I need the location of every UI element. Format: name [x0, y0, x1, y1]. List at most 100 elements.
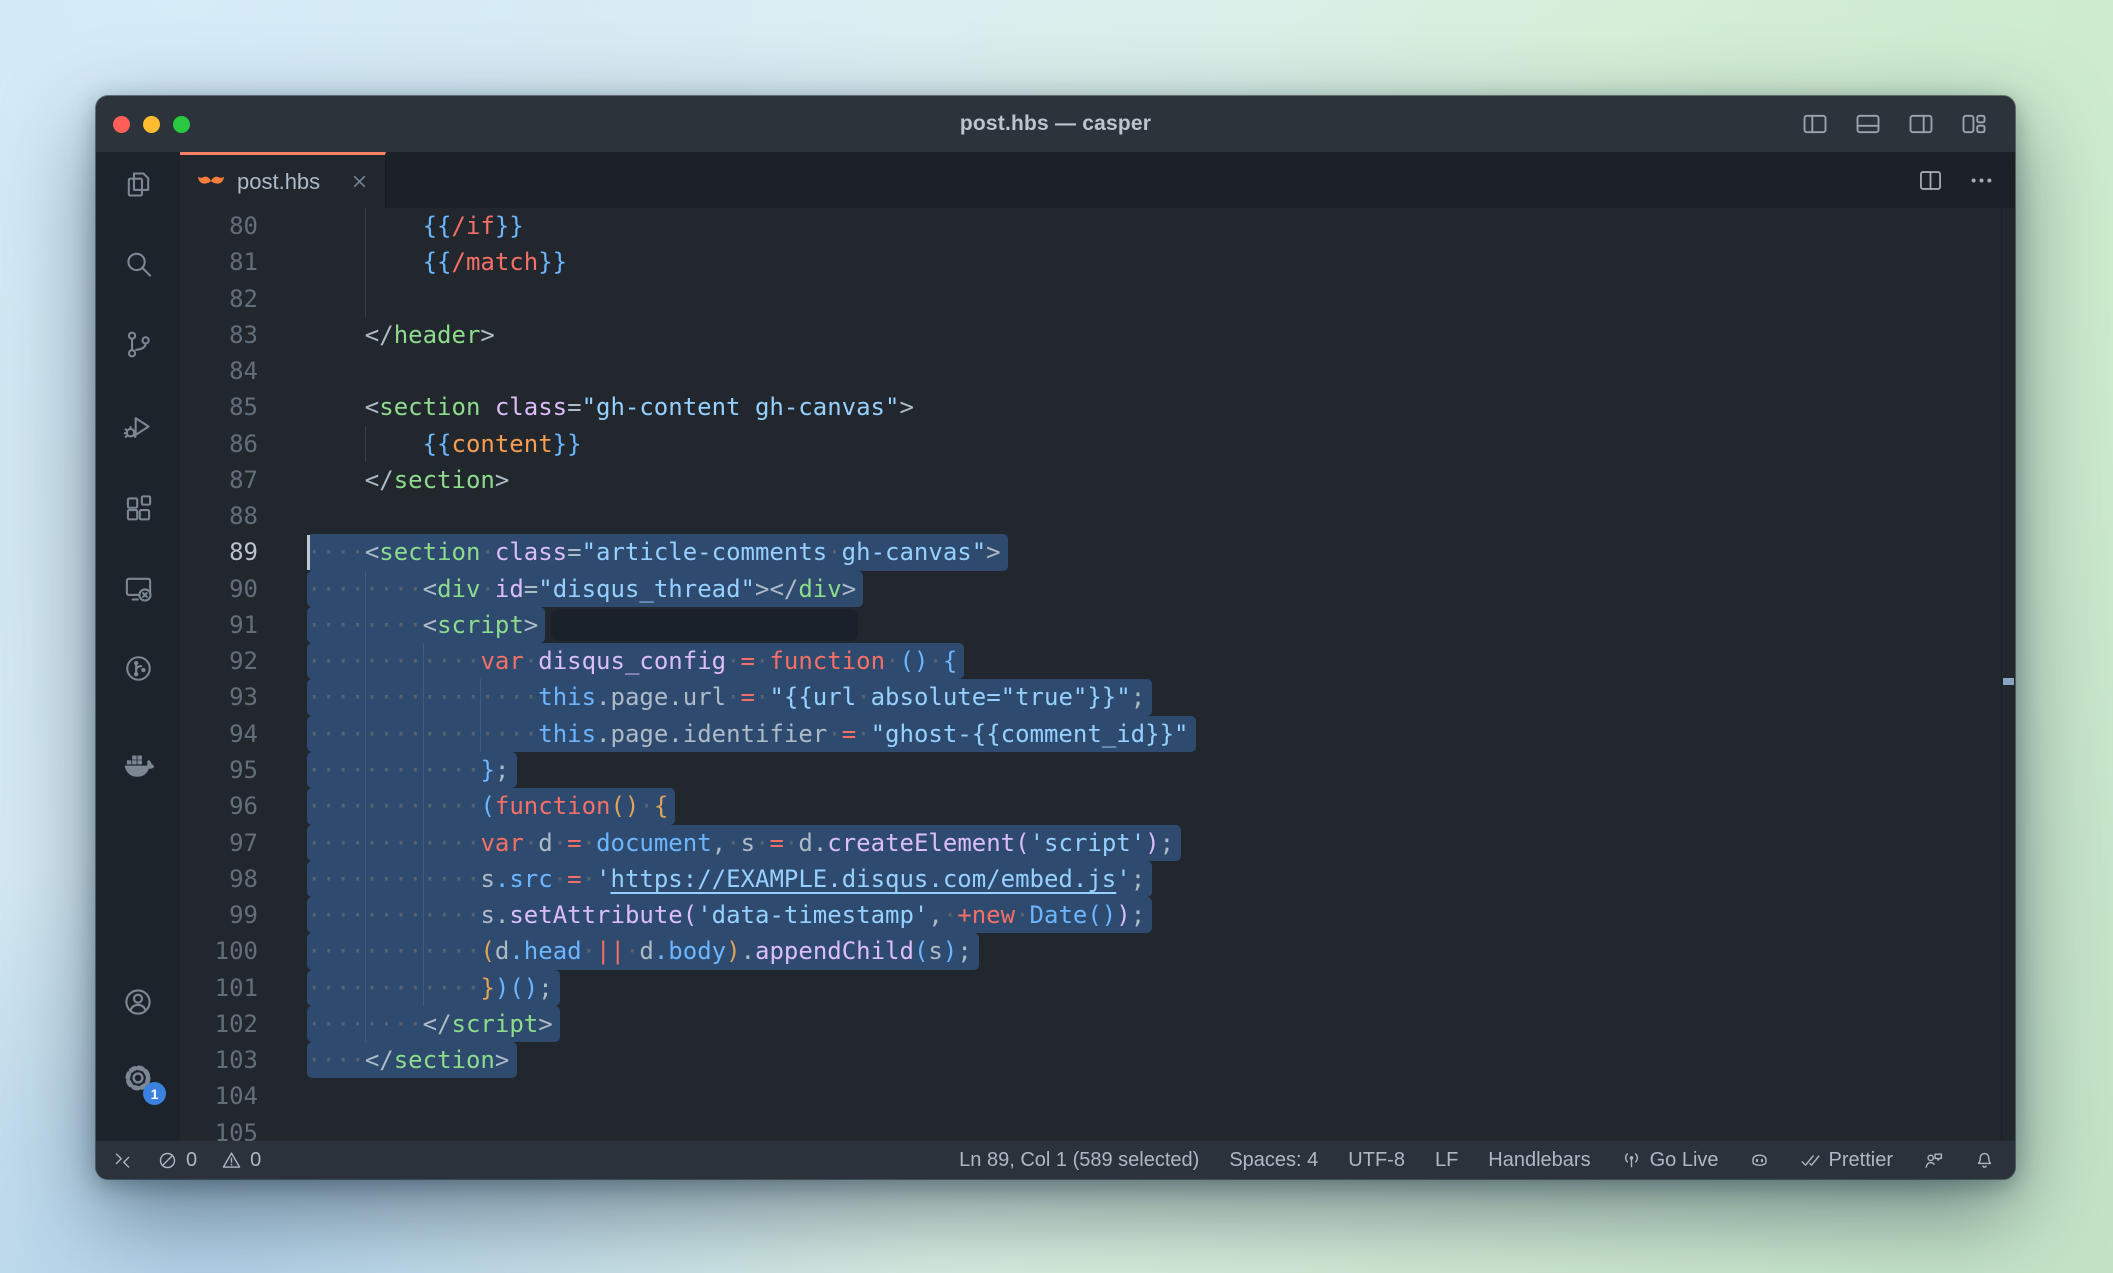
- line-number[interactable]: 83: [180, 317, 307, 353]
- activity-extensions-icon[interactable]: [118, 488, 158, 528]
- copilot-icon: [1749, 1150, 1770, 1171]
- code-line[interactable]: 94················this.page.identifier·=…: [180, 716, 2015, 752]
- handlebars-icon: [196, 175, 226, 188]
- code-text: ············s.setAttribute('data-timesta…: [307, 897, 2015, 933]
- status-feedback[interactable]: [1923, 1150, 1944, 1171]
- code-text: ············(d.head·||·d.body).appendChi…: [307, 933, 2015, 969]
- status-indentation[interactable]: Spaces: 4: [1229, 1149, 1318, 1172]
- status-eol[interactable]: LF: [1435, 1149, 1458, 1172]
- overview-ruler[interactable]: [2001, 208, 2015, 1141]
- activity-search-icon[interactable]: [118, 244, 158, 284]
- line-number[interactable]: 90: [180, 571, 307, 607]
- code-line[interactable]: 105: [180, 1115, 2015, 1141]
- code-line[interactable]: 92············var·disqus_config·=·functi…: [180, 643, 2015, 679]
- line-number[interactable]: 91: [180, 607, 307, 643]
- status-go-live[interactable]: Go Live: [1621, 1149, 1719, 1172]
- status-errors-label: 0: [186, 1149, 197, 1172]
- line-number[interactable]: 84: [180, 353, 307, 389]
- status-bar: 0 0 Ln 89, Col 1 (589 selected) Spaces: 4 U…: [96, 1141, 2015, 1179]
- status-copilot[interactable]: [1749, 1150, 1770, 1171]
- activity-git-graph-icon[interactable]: [118, 648, 158, 688]
- code-text: ····</section>: [307, 1042, 2015, 1078]
- status-errors[interactable]: 0: [157, 1149, 197, 1172]
- code-line[interactable]: 86 {{content}}: [180, 426, 2015, 462]
- code-line[interactable]: 97············var·d·=·document,·s·=·d.cr…: [180, 825, 2015, 861]
- status-cursor-position[interactable]: Ln 89, Col 1 (589 selected): [959, 1149, 1199, 1172]
- code-line[interactable]: 95············};: [180, 752, 2015, 788]
- line-number[interactable]: 89: [180, 534, 307, 570]
- code-line[interactable]: 96············(function()·{: [180, 788, 2015, 824]
- line-number[interactable]: 105: [180, 1115, 307, 1141]
- code-line[interactable]: 104: [180, 1078, 2015, 1114]
- code-line[interactable]: 99············s.setAttribute('data-times…: [180, 897, 2015, 933]
- line-number[interactable]: 92: [180, 643, 307, 679]
- code-text: ················this.page.identifier·=·"…: [307, 716, 2015, 752]
- activity-settings-icon[interactable]: 1: [118, 1058, 158, 1098]
- code-text: ········<div·id="disqus_thread"></div>: [307, 571, 2015, 607]
- status-language-mode[interactable]: Handlebars: [1488, 1149, 1590, 1172]
- status-prettier[interactable]: Prettier: [1800, 1149, 1893, 1172]
- line-number[interactable]: 93: [180, 679, 307, 715]
- line-number[interactable]: 96: [180, 788, 307, 824]
- activity-accounts-icon[interactable]: [118, 982, 158, 1022]
- code-line[interactable]: 82: [180, 281, 2015, 317]
- code-line[interactable]: 101············})();: [180, 970, 2015, 1006]
- status-remote[interactable]: [112, 1150, 133, 1171]
- code-line[interactable]: 91········<script>: [180, 607, 2015, 643]
- more-actions-icon[interactable]: [1968, 167, 1995, 194]
- line-number[interactable]: 99: [180, 897, 307, 933]
- code-line[interactable]: 103····</section>: [180, 1042, 2015, 1078]
- line-number[interactable]: 80: [180, 208, 307, 244]
- line-number[interactable]: 94: [180, 716, 307, 752]
- status-warnings[interactable]: 0: [221, 1149, 261, 1172]
- code-line[interactable]: 85 <section class="gh-content gh-canvas"…: [180, 389, 2015, 425]
- activity-remote-explorer-icon[interactable]: [118, 568, 158, 608]
- tab-post-hbs[interactable]: post.hbs: [180, 152, 386, 208]
- line-number[interactable]: 98: [180, 861, 307, 897]
- tab-label: post.hbs: [237, 169, 320, 195]
- activity-source-control-icon[interactable]: [118, 324, 158, 364]
- line-number[interactable]: 97: [180, 825, 307, 861]
- status-go-live-label: Go Live: [1650, 1149, 1719, 1172]
- code-text: ········<script>: [307, 607, 2015, 643]
- broadcast-icon: [1621, 1150, 1642, 1171]
- activity-bar: 1: [96, 152, 180, 1141]
- code-line[interactable]: 102········</script>: [180, 1006, 2015, 1042]
- line-number[interactable]: 101: [180, 970, 307, 1006]
- tab-bar: post.hbs: [180, 152, 2015, 208]
- status-encoding[interactable]: UTF-8: [1348, 1149, 1405, 1172]
- code-editor[interactable]: 80 {{/if}}81 {{/match}}8283 </header>848…: [180, 208, 2015, 1141]
- code-line[interactable]: 93················this.page.url·=·"{{url…: [180, 679, 2015, 715]
- line-number[interactable]: 100: [180, 933, 307, 969]
- code-line[interactable]: 88: [180, 498, 2015, 534]
- code-line[interactable]: 83 </header>: [180, 317, 2015, 353]
- code-line[interactable]: 87 </section>: [180, 462, 2015, 498]
- code-line[interactable]: 89····<section·class="article-comments·g…: [180, 534, 2015, 570]
- code-text: ················this.page.url·=·"{{url·a…: [307, 679, 2015, 715]
- status-notifications[interactable]: [1974, 1150, 1995, 1171]
- activity-docker-icon[interactable]: [118, 744, 158, 784]
- line-number[interactable]: 81: [180, 244, 307, 280]
- activity-explorer-icon[interactable]: [118, 164, 158, 204]
- line-number[interactable]: 95: [180, 752, 307, 788]
- activity-run-and-debug-icon[interactable]: [118, 406, 158, 446]
- code-text: {{/if}}: [307, 208, 2015, 244]
- code-line[interactable]: 84: [180, 353, 2015, 389]
- line-number[interactable]: 87: [180, 462, 307, 498]
- line-number[interactable]: 82: [180, 281, 307, 317]
- split-editor-icon[interactable]: [1917, 167, 1944, 194]
- line-number[interactable]: 85: [180, 389, 307, 425]
- code-line[interactable]: 81 {{/match}}: [180, 244, 2015, 280]
- close-tab-icon[interactable]: [347, 170, 371, 194]
- code-line[interactable]: 80 {{/if}}: [180, 208, 2015, 244]
- line-number[interactable]: 103: [180, 1042, 307, 1078]
- line-number[interactable]: 104: [180, 1078, 307, 1114]
- line-number[interactable]: 86: [180, 426, 307, 462]
- line-number[interactable]: 88: [180, 498, 307, 534]
- code-line[interactable]: 90········<div·id="disqus_thread"></div>: [180, 571, 2015, 607]
- code-line[interactable]: 100············(d.head·||·d.body).append…: [180, 933, 2015, 969]
- status-indentation-label: Spaces: 4: [1229, 1149, 1318, 1172]
- line-number[interactable]: 102: [180, 1006, 307, 1042]
- code-text: ····<section·class="article-comments·gh-…: [307, 534, 2015, 570]
- code-line[interactable]: 98············s.src·=·'https://EXAMPLE.d…: [180, 861, 2015, 897]
